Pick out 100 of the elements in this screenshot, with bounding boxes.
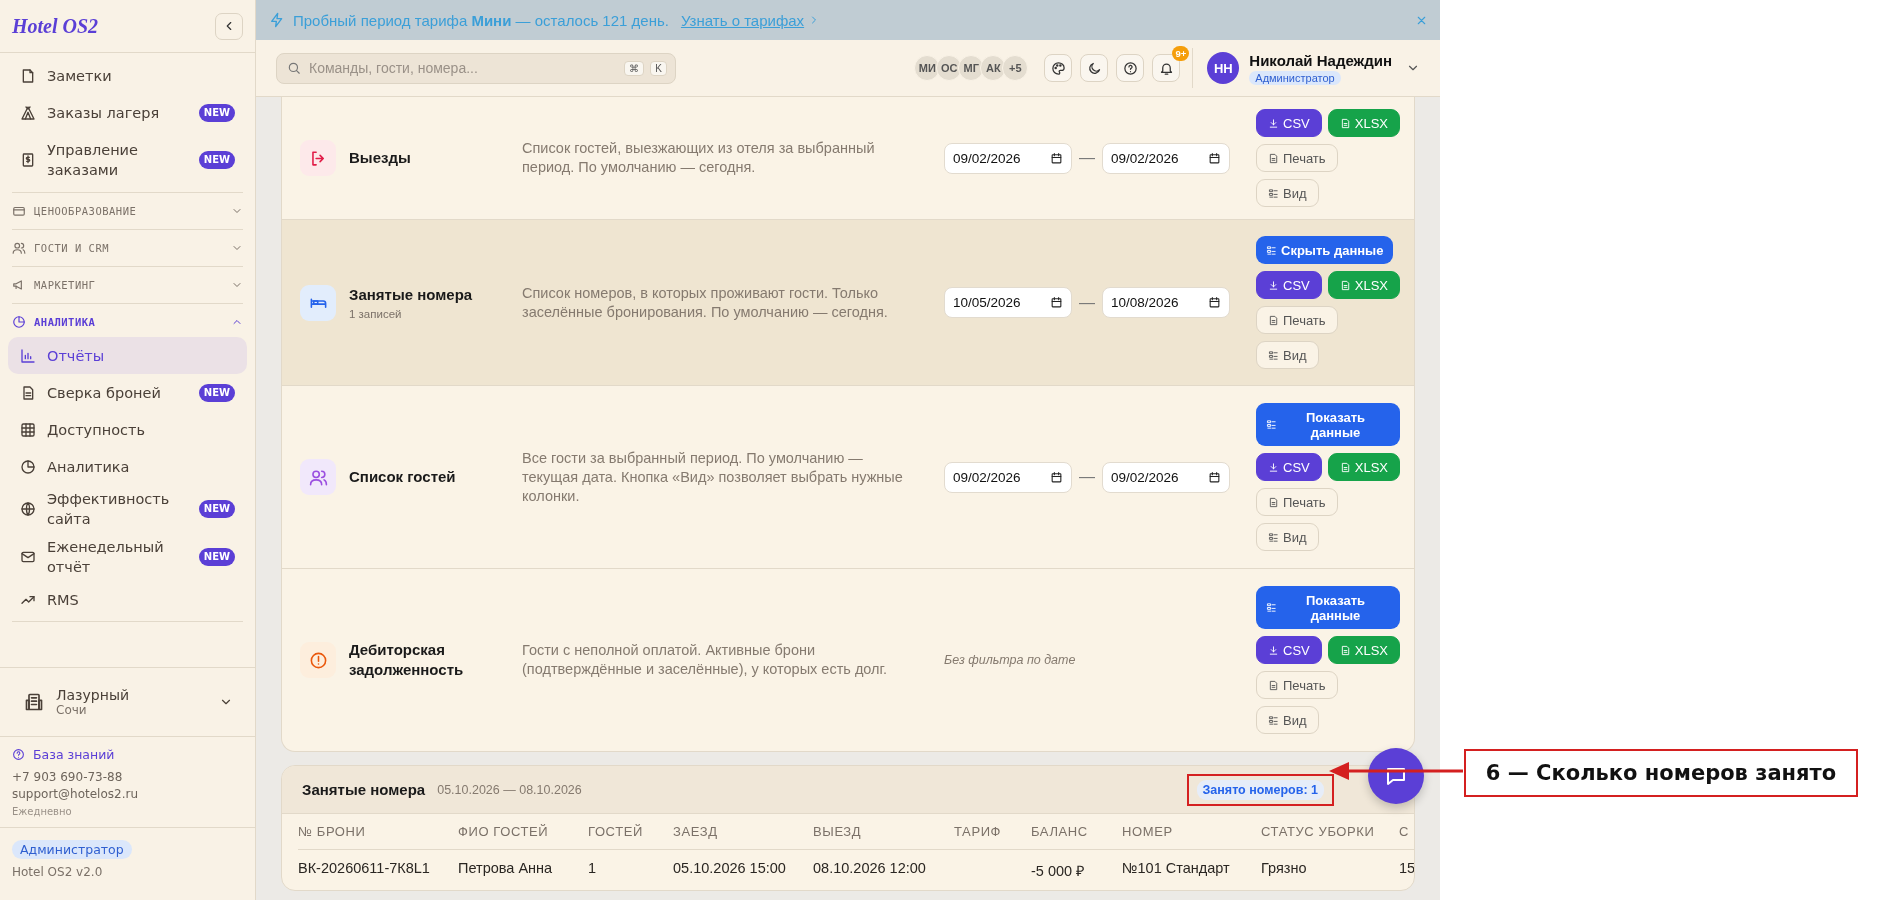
download-icon <box>1268 117 1279 129</box>
date-field[interactable]: 09/02/2026 <box>944 461 1072 493</box>
notification-count: 9+ <box>1172 46 1190 61</box>
occupied-count: Занято номеров: 1 <box>1196 779 1324 800</box>
file-icon <box>1339 279 1351 291</box>
users-icon <box>12 241 26 255</box>
section-header[interactable]: АНАЛИТИКА <box>8 307 247 337</box>
role-badge: Администратор <box>12 840 132 859</box>
column-header: БАЛАНС <box>1031 814 1122 850</box>
report-description: Список номеров, в которых проживают гости. Только заселённые бронирования. По умолчанию — сегодня. <box>522 283 889 322</box>
table-cell-text: ВК-20260611-7К8L1 <box>298 859 431 878</box>
sidebar-item[interactable]: Отчёты <box>8 337 247 374</box>
moon-icon <box>1086 60 1102 76</box>
support-hours: Ежедневно <box>12 806 73 817</box>
csv-button[interactable]: CSV <box>1256 109 1322 137</box>
sidebar-item[interactable]: Заметки <box>8 57 247 94</box>
hotel-name: Лазурный <box>56 687 131 703</box>
columns-icon <box>1266 419 1277 430</box>
date-field[interactable]: 09/02/2026 <box>1102 461 1230 493</box>
user-avatar[interactable]: +5 <box>1002 55 1029 81</box>
toggle-data-button[interactable]: Показать данные <box>1256 586 1400 629</box>
file-icon <box>1339 644 1351 656</box>
print-button[interactable]: Печать <box>1256 488 1338 516</box>
report-title: Список гостей <box>349 467 456 487</box>
bar-chart-icon <box>20 347 36 364</box>
calendar-icon <box>1208 470 1221 484</box>
user-name: Николай Надеждин <box>1249 51 1392 69</box>
date-field[interactable]: 09/02/2026 <box>944 142 1072 174</box>
date-field[interactable]: 10/08/2026 <box>1102 287 1230 318</box>
calendar-icon <box>1050 296 1063 309</box>
date-field[interactable]: 09/02/2026 <box>1102 142 1230 174</box>
sidebar-item[interactable]: Управление заказами NEW <box>8 131 247 189</box>
view-button[interactable]: Вид <box>1256 341 1319 369</box>
section-header[interactable]: ГОСТИ И CRM <box>8 233 247 263</box>
theme-button[interactable] <box>1044 54 1073 82</box>
toggle-data-button[interactable]: Показать данные <box>1256 403 1400 446</box>
report-title: Выезды <box>349 148 411 168</box>
column-header: ФИО ГОСТЕЙ <box>458 814 588 850</box>
file-icon <box>1268 679 1279 691</box>
users-icon <box>308 467 328 487</box>
column-header: ВЫЕЗД <box>813 814 954 850</box>
new-badge: NEW <box>198 548 235 566</box>
print-button[interactable]: Печать <box>1256 306 1338 334</box>
download-icon <box>1268 461 1279 473</box>
sidebar-item[interactable]: Эффективность сайта NEW <box>8 485 247 533</box>
alert-icon <box>308 650 328 670</box>
help-icon <box>1122 60 1138 76</box>
csv-button[interactable]: CSV <box>1256 453 1322 481</box>
column-header: С <box>1399 814 1414 850</box>
no-filter-note: Без фильтра по дате <box>944 653 1076 667</box>
table-cell-text: 1 <box>588 859 598 878</box>
sidebar-item[interactable]: Еженедельный отчёт NEW <box>8 533 247 581</box>
sidebar-item[interactable]: Аналитика <box>8 448 247 485</box>
shortcut-key: ⌘ <box>624 60 645 76</box>
search-input[interactable]: Команды, гости, номера... <box>307 59 619 77</box>
column-header: ТАРИФ <box>954 814 1031 850</box>
table-cell-text: 05.10.2026 15:00 <box>673 859 787 878</box>
sidebar-item[interactable]: Заказы лагеря NEW <box>8 94 247 131</box>
sidebar-item[interactable]: Доступность <box>8 411 247 448</box>
view-button[interactable]: Вид <box>1256 179 1319 207</box>
pie-chart-icon <box>12 315 26 329</box>
report-title: Дебиторская задолженность <box>349 640 465 680</box>
palette-icon <box>1050 60 1066 76</box>
section-header[interactable]: ЦЕНООБРАЗОВАНИЕ <box>8 196 247 226</box>
help-button[interactable] <box>1116 54 1145 82</box>
knowledge-base-link[interactable]: База знаний <box>12 747 243 762</box>
user-menu[interactable]: НН Николай Надеждин Администратор <box>1207 51 1420 85</box>
view-button[interactable]: Вид <box>1256 706 1319 734</box>
print-button[interactable]: Печать <box>1256 144 1338 172</box>
note-icon <box>20 67 36 84</box>
date-field[interactable]: 10/05/2026 <box>944 287 1072 318</box>
column-header: СТАТУС УБОРКИ <box>1261 814 1399 850</box>
file-icon <box>1339 461 1351 473</box>
table-title: Занятые номера <box>302 781 426 798</box>
table-cell-text: Грязно <box>1261 859 1308 878</box>
range-dash: — <box>1079 149 1095 167</box>
hotel-selector[interactable]: Лазурный Сочи <box>0 667 255 737</box>
calendar-icon <box>1208 151 1221 165</box>
section-header[interactable]: МАРКЕТИНГ <box>8 270 247 300</box>
support-email: support@hotelos2.ru <box>12 787 140 801</box>
file-icon <box>1339 117 1351 129</box>
print-button[interactable]: Печать <box>1256 671 1338 699</box>
columns-icon <box>1266 244 1277 256</box>
grid-icon <box>20 421 36 438</box>
search-field[interactable]: Команды, гости, номера... ⌘ K <box>276 52 676 84</box>
view-button[interactable]: Вид <box>1256 523 1319 551</box>
shortcut-key: K <box>650 60 667 76</box>
new-badge: NEW <box>198 151 235 169</box>
csv-button[interactable]: CSV <box>1256 636 1322 664</box>
dark-mode-button[interactable] <box>1080 54 1109 82</box>
sidebar-item[interactable]: RMS <box>8 581 247 618</box>
search-icon <box>287 61 301 75</box>
csv-button[interactable]: CSV <box>1256 271 1322 299</box>
toggle-data-button[interactable]: Скрыть данные <box>1256 236 1394 264</box>
columns-icon <box>1268 187 1279 199</box>
file-icon <box>1268 314 1279 326</box>
column-header: ГОСТЕЙ <box>588 814 673 850</box>
columns-icon <box>1266 602 1277 613</box>
sidebar-item[interactable]: Сверка броней NEW <box>8 374 247 411</box>
table-cell-text: 08.10.2026 12:00 <box>813 859 927 878</box>
